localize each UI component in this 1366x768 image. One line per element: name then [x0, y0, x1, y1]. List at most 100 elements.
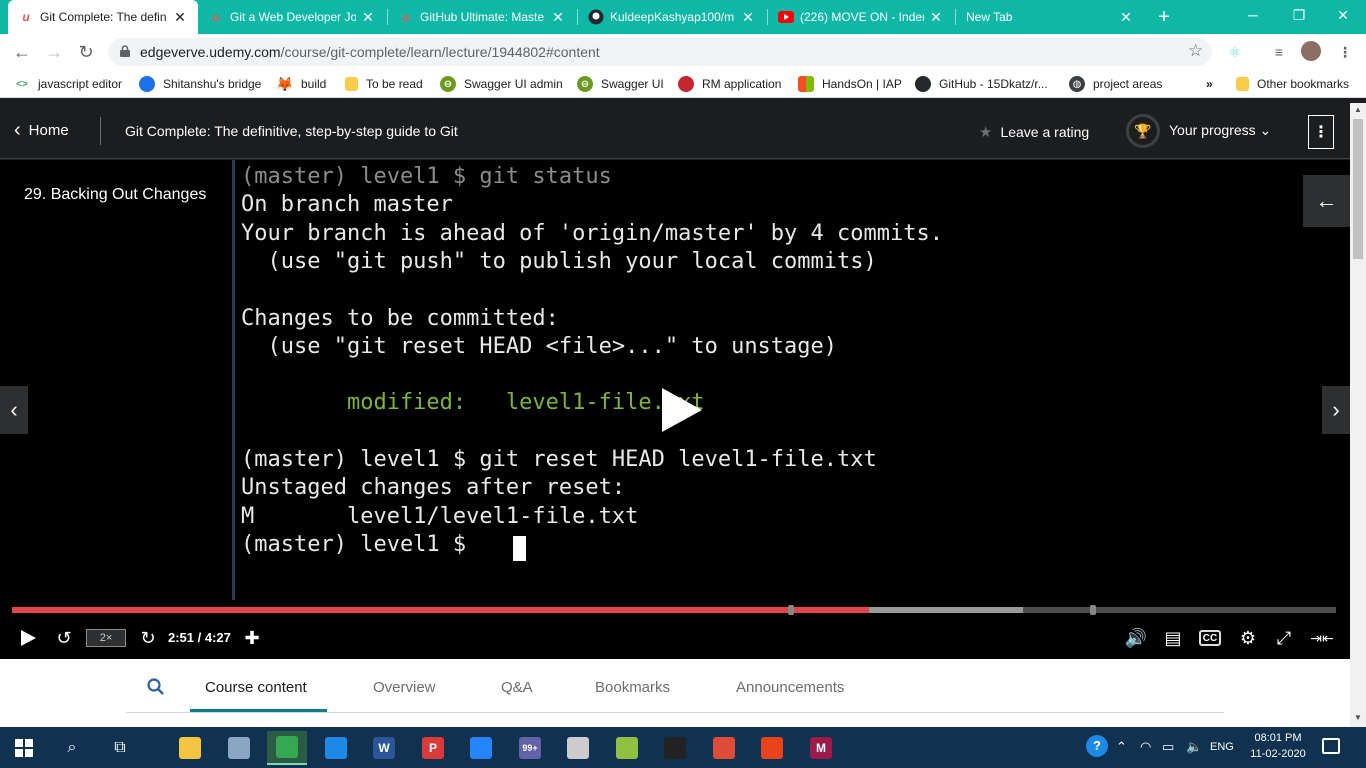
tab-github-ultimate[interactable]: u GitHub Ultimate: Maste ✕ [388, 0, 576, 34]
previous-lecture-button[interactable]: ‹ [0, 386, 28, 434]
task-view-icon[interactable]: ⧉ [100, 731, 140, 765]
tab-new-tab[interactable]: New Tab ✕ [956, 0, 1144, 34]
scroll-down-icon[interactable]: ▼ [1353, 713, 1363, 722]
next-lecture-button[interactable]: › [1322, 386, 1350, 434]
battery-icon[interactable]: ▭ [1162, 739, 1174, 755]
expanded-view-icon[interactable]: ⇥⇤ [1308, 624, 1336, 652]
tab-bookmarks[interactable]: Bookmarks [595, 679, 670, 696]
tab-overview[interactable]: Overview [373, 679, 436, 696]
scroll-thumb[interactable] [1353, 119, 1363, 259]
close-tab-icon[interactable]: ✕ [360, 9, 376, 26]
close-tab-icon[interactable]: ✕ [550, 9, 566, 26]
help-icon[interactable]: ? [1086, 735, 1108, 757]
your-progress-button[interactable]: Your progress ⌄ [1169, 122, 1271, 139]
close-tab-icon[interactable]: ✕ [172, 9, 188, 26]
back-arrow-icon[interactable]: ← [10, 40, 34, 64]
word-icon[interactable]: W [364, 731, 404, 765]
search-icon[interactable]: ⌕ [52, 731, 92, 765]
chevron-up-icon[interactable]: ⌃ [1116, 739, 1127, 755]
play-overlay-icon[interactable] [660, 386, 704, 434]
terminal-icon[interactable] [655, 731, 695, 765]
close-tab-icon[interactable]: ✕ [928, 9, 944, 26]
react-devtools-icon[interactable]: ⚛ [1224, 41, 1246, 63]
bookmark-shitanshus-bridge[interactable]: Shitanshu's bridge [139, 75, 261, 93]
volume-icon[interactable]: 🔊 [1124, 624, 1148, 652]
home-link[interactable]: ‹ Home [14, 120, 69, 140]
window-close-icon[interactable]: ✕ [1320, 0, 1366, 30]
bookmark-swagger-ui[interactable]: ⊖ Swagger UI [577, 75, 664, 93]
media-queue-icon[interactable]: ≡ [1268, 41, 1290, 63]
page-scrollbar[interactable]: ▲ ▼ [1350, 103, 1366, 727]
minimize-icon[interactable]: ─ [1230, 0, 1276, 30]
more-options-button[interactable]: ⋮ [1308, 115, 1334, 149]
snipping-tool-icon[interactable] [219, 731, 259, 765]
browser-menu-icon[interactable]: ⋮ [1334, 41, 1356, 63]
windows-start-icon[interactable] [4, 731, 44, 765]
tab-course-content[interactable]: Course content [205, 679, 307, 696]
address-bar[interactable]: edgeverve.udemy.com/course/git-complete/… [108, 38, 1212, 66]
captions-button[interactable]: CC [1199, 630, 1221, 646]
clock-date[interactable]: 11-02-2020 [1250, 748, 1306, 760]
tab-github-repo[interactable]: KuldeepKashyap100/m ✕ [578, 0, 766, 34]
bookmark-to-be-read[interactable]: To be read [345, 75, 423, 93]
terminal-line: Your branch is ahead of 'origin/master' … [241, 220, 943, 246]
play-button[interactable] [16, 624, 40, 652]
playback-speed-button[interactable]: 2× [86, 629, 126, 647]
notification-center-icon[interactable] [1322, 738, 1340, 754]
reload-icon[interactable]: ↻ [74, 40, 98, 64]
wifi-icon[interactable]: ◠ [1140, 739, 1151, 755]
speaker-icon[interactable]: 🔈 [1186, 739, 1202, 755]
more-bookmarks-button[interactable]: » [1206, 75, 1213, 93]
tab-qa[interactable]: Q&A [501, 679, 533, 696]
settings-gear-icon[interactable]: ⚙ [1236, 624, 1260, 652]
chrome-icon[interactable] [704, 731, 744, 765]
forward-5-icon[interactable]: ↻ [136, 624, 160, 652]
bookmark-other-bookmarks[interactable]: Other bookmarks [1236, 75, 1349, 93]
trophy-icon[interactable]: 🏆 [1126, 114, 1160, 148]
bookmark-javascript-editor[interactable]: <> javascript editor [14, 75, 122, 93]
bookmark-handson-iap[interactable]: HandsOn | IAP [798, 75, 902, 93]
chrome-icon[interactable] [267, 731, 307, 765]
course-title[interactable]: Git Complete: The definitive, step-by-st… [125, 123, 458, 139]
tab-git-complete[interactable]: u Git Complete: The defin ✕ [8, 0, 198, 34]
new-tab-button[interactable]: + [1152, 6, 1176, 28]
scroll-up-icon[interactable]: ▲ [1353, 105, 1363, 114]
postman-icon[interactable]: P [413, 731, 453, 765]
file-explorer-icon[interactable] [170, 731, 210, 765]
bookmark-build[interactable]: 🦊 build [276, 75, 326, 93]
bookmark-label: RM application [702, 77, 782, 91]
teams-icon[interactable]: 99+ [510, 731, 550, 765]
bookmark-github-15dkatz[interactable]: GitHub - 15Dkatz/r... [915, 75, 1048, 93]
bookmark-marker[interactable] [788, 605, 794, 615]
video-player[interactable]: 29. Backing Out Changes (master) level1 … [0, 160, 1350, 659]
notepad-plus-icon[interactable] [607, 731, 647, 765]
close-tab-icon[interactable]: ✕ [1118, 9, 1134, 26]
search-icon[interactable] [146, 677, 166, 697]
clock-time[interactable]: 08:01 PM [1250, 732, 1306, 744]
tab-git-web-developer[interactable]: u Git a Web Developer Jo ✕ [198, 0, 386, 34]
tab-announcements[interactable]: Announcements [736, 679, 844, 696]
avatar[interactable] [1300, 41, 1322, 63]
expand-sidebar-button[interactable]: ← [1303, 175, 1350, 227]
add-bookmark-icon[interactable]: ✚ [240, 624, 264, 652]
office-icon[interactable] [752, 731, 792, 765]
language-indicator[interactable]: ENG [1210, 741, 1234, 753]
transcript-icon[interactable]: ▤ [1162, 624, 1184, 652]
sourcetree-icon[interactable] [461, 731, 501, 765]
leave-rating-button[interactable]: ★ Leave a rating [979, 123, 1089, 141]
video-progress-bar[interactable] [12, 605, 1336, 615]
close-tab-icon[interactable]: ✕ [740, 9, 756, 26]
bookmark-swagger-ui-admin[interactable]: ⊖ Swagger UI admin [440, 75, 563, 93]
restore-icon[interactable]: ❐ [1276, 0, 1322, 30]
eclipse-icon[interactable] [558, 731, 598, 765]
vscode-icon[interactable] [316, 731, 356, 765]
bookmark-rm-application[interactable]: RM application [678, 75, 781, 93]
mendeley-icon[interactable]: M [801, 731, 841, 765]
bookmark-project-areas[interactable]: ◍ project areas [1069, 75, 1162, 93]
bookmark-marker[interactable] [1090, 605, 1096, 615]
bookmark-star-icon[interactable]: ☆ [1188, 41, 1203, 61]
forward-arrow-icon[interactable]: → [42, 40, 66, 64]
fullscreen-icon[interactable]: ⤢ [1272, 624, 1296, 652]
tab-youtube[interactable]: (226) MOVE ON - Inden ✕ [768, 0, 954, 34]
rewind-5-icon[interactable]: ↺ [52, 624, 76, 652]
